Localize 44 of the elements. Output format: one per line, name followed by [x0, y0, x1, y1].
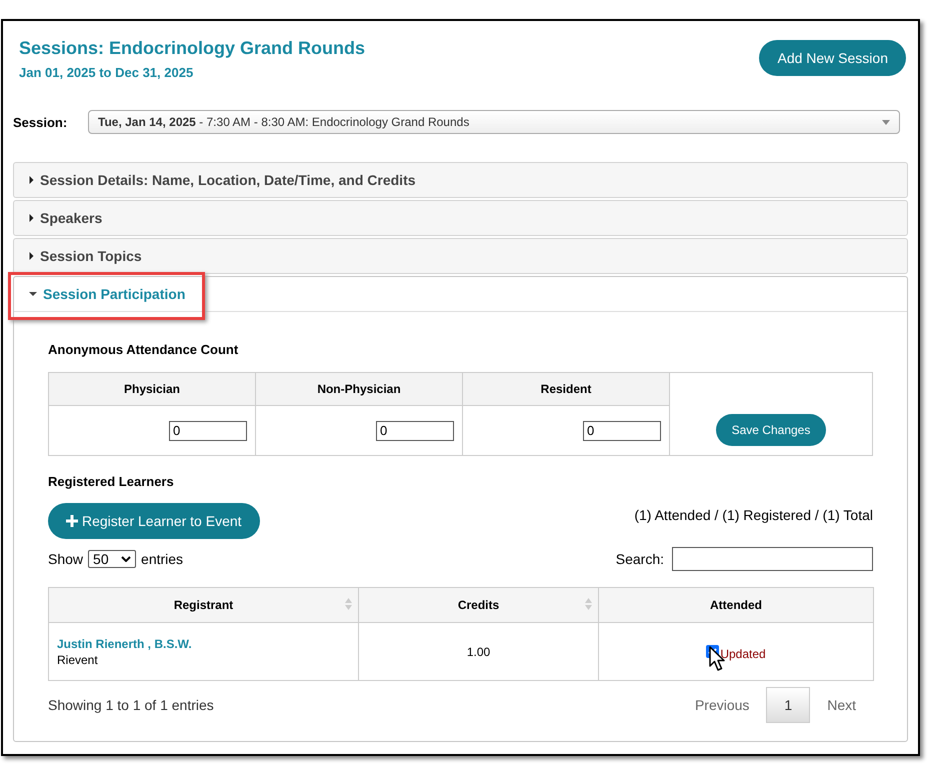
status-text: Updated: [720, 646, 766, 660]
collapse-icon: [29, 290, 37, 298]
plus-icon: [66, 515, 78, 527]
sort-icon[interactable]: [585, 597, 592, 611]
accordion-header[interactable]: Session Topics: [13, 238, 908, 274]
count-input[interactable]: 0: [583, 420, 661, 440]
next-button[interactable]: Next: [810, 688, 873, 722]
learner-name-link[interactable]: Justin Rienerth , B.S.W.: [57, 636, 357, 650]
chevron-icon: [121, 556, 132, 562]
attendance-summary: (1) Attended / (1) Registered / (1) Total: [634, 507, 873, 523]
section-heading: Anonymous Attendance Count: [48, 342, 240, 357]
expand-icon: [29, 252, 34, 260]
page-title: Sessions: Endocrinology Grand Rounds: [19, 38, 366, 59]
column-header: Resident: [463, 373, 669, 406]
session-label: Session:: [13, 114, 68, 130]
date-range: Jan 01, 2025 to Dec 31, 2025: [19, 65, 194, 80]
column-header: Physician: [49, 373, 255, 406]
column-header[interactable]: Registrant: [48, 588, 358, 622]
caret-icon: [882, 120, 890, 124]
sort-icon[interactable]: [345, 597, 352, 611]
show-label: Show: [48, 551, 84, 567]
entries-info: Showing 1 to 1 of 1 entries: [48, 697, 214, 713]
search-label: Search:: [616, 551, 664, 567]
organization-text: Rievent: [57, 652, 99, 666]
column-header[interactable]: Credits: [358, 588, 598, 622]
section-heading: Registered Learners: [48, 474, 175, 489]
count-input[interactable]: 0: [376, 420, 454, 440]
entries-dropdown[interactable]: 50: [88, 550, 136, 568]
expand-icon: [29, 214, 34, 222]
session-dropdown[interactable]: Tue, Jan 14, 2025 - 7:30 AM - 8:30 AM: Endocrinology Grand Rounds: [88, 110, 900, 134]
accordion-header[interactable]: Speakers: [13, 200, 908, 236]
previous-button[interactable]: Previous: [678, 688, 766, 722]
register-learner-button[interactable]: Register Learner to Event: [48, 503, 260, 539]
search-field[interactable]: [672, 547, 873, 571]
expand-icon: [29, 176, 34, 184]
add-session-button[interactable]: Add New Session: [759, 40, 906, 76]
accordion-header[interactable]: Session Details: Name, Location, Date/Time, and Credits: [13, 162, 908, 198]
entries-label: entries: [141, 551, 184, 567]
table-cell: 1.00: [358, 622, 598, 680]
column-header: Attended: [598, 588, 874, 622]
count-input[interactable]: 0: [169, 420, 247, 440]
page-button[interactable]: 1: [766, 687, 810, 723]
column-header: Non-Physician: [256, 373, 462, 406]
save-changes-button[interactable]: Save Changes: [716, 414, 826, 446]
